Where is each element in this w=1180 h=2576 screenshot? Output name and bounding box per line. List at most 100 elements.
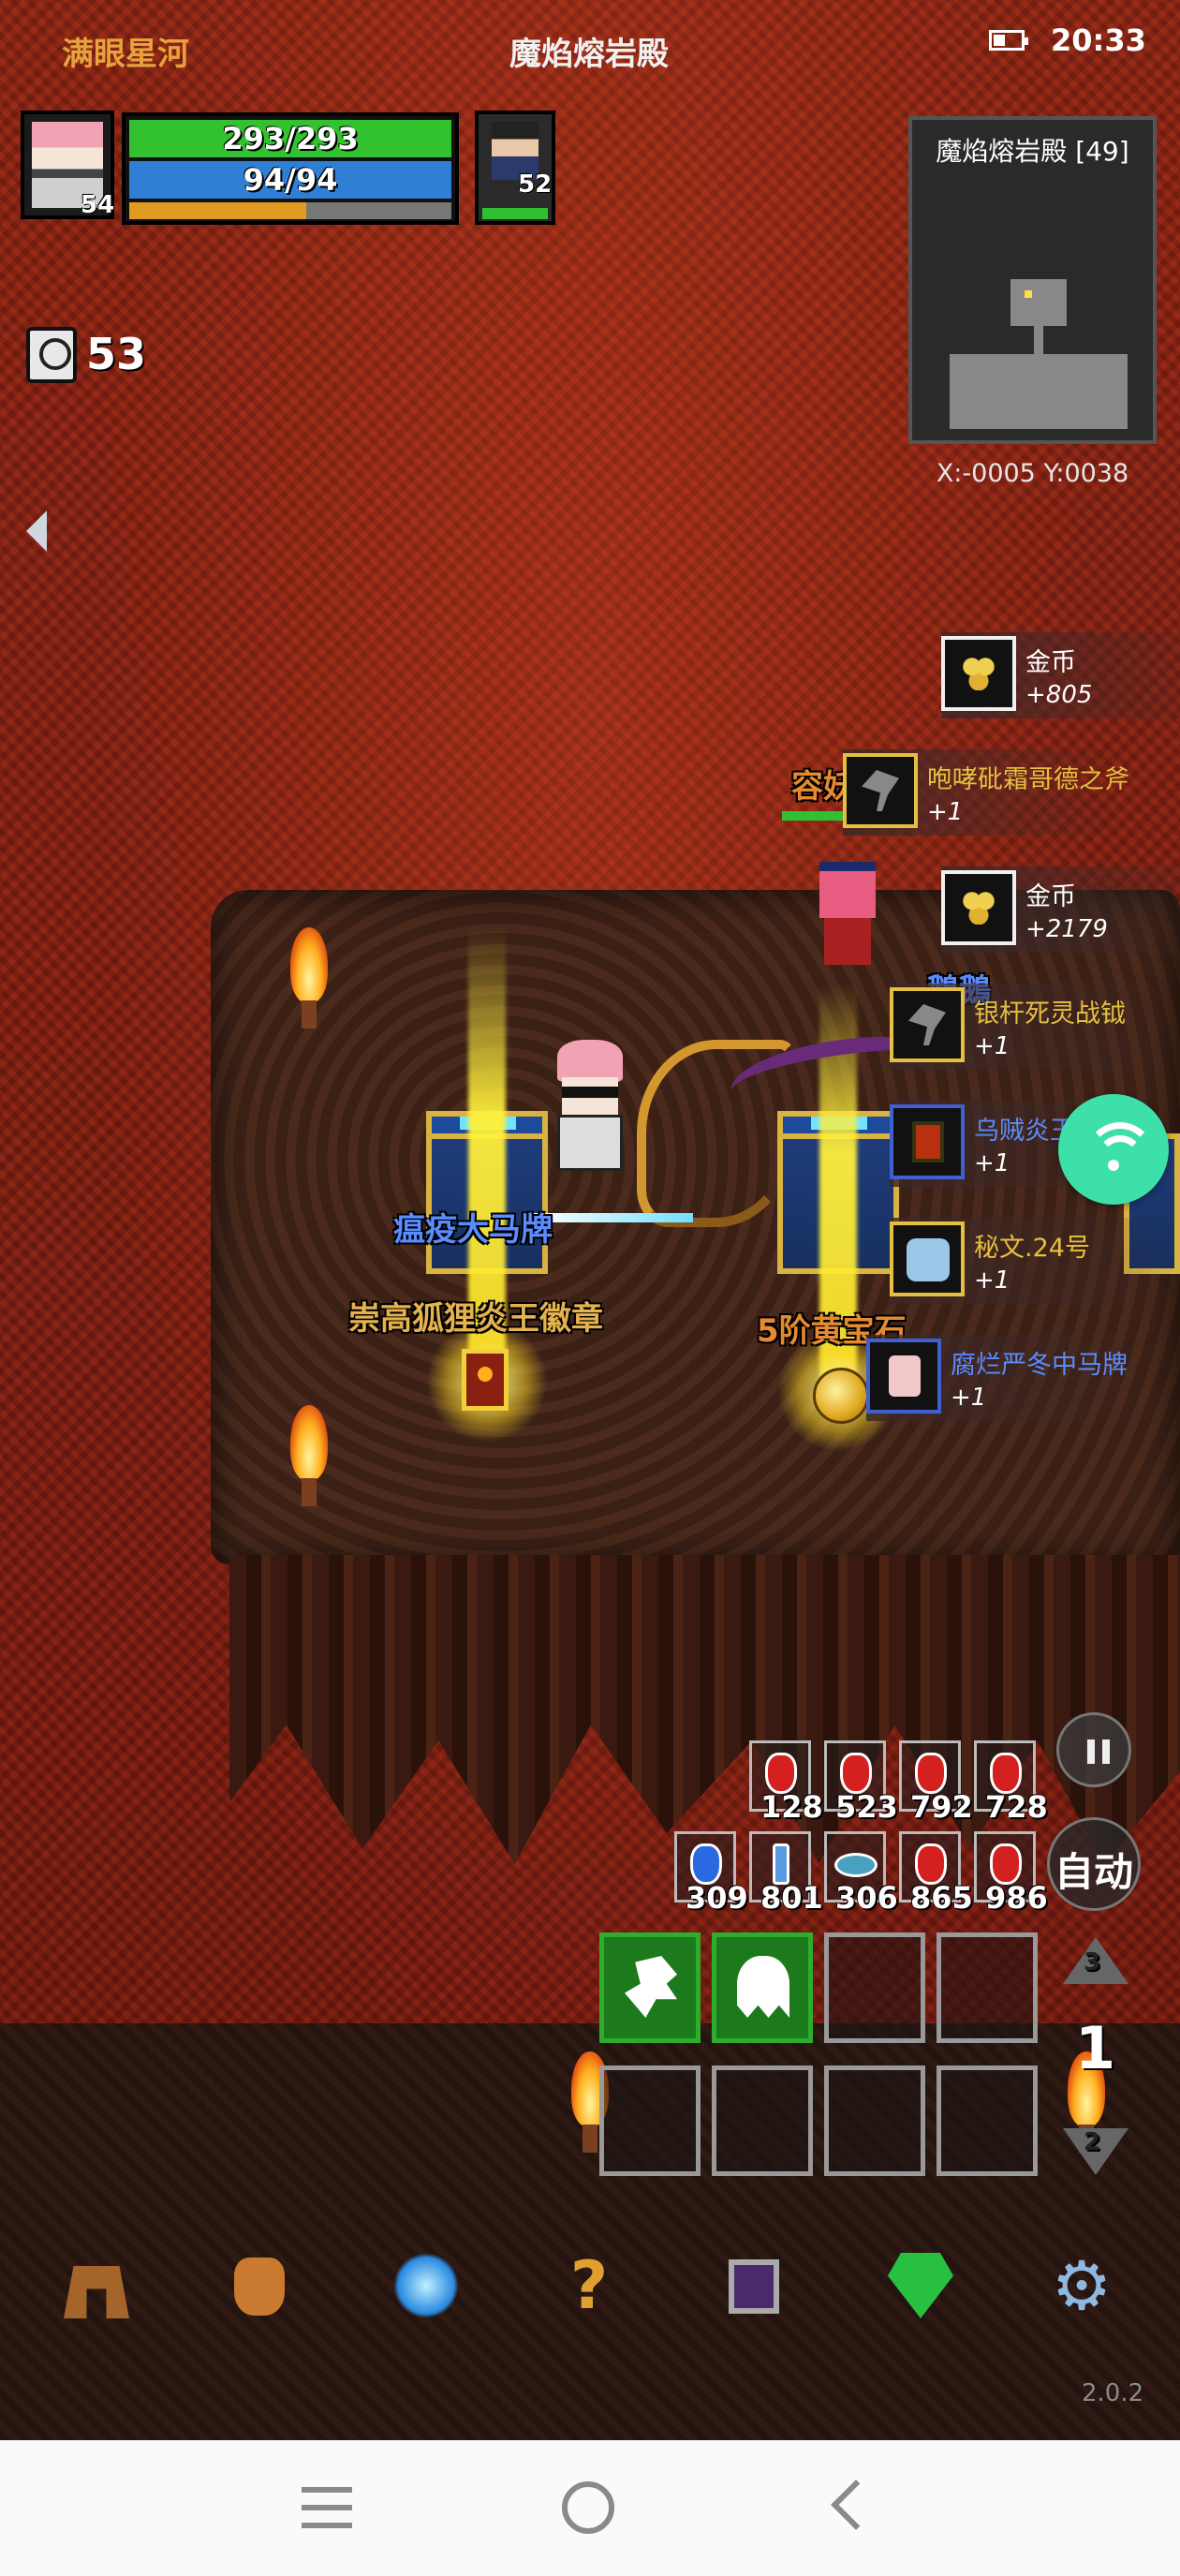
ground-item-label[interactable]: 崇高狐狸炎王徽章 <box>348 1293 603 1339</box>
collapse-arrow-icon[interactable] <box>26 511 47 552</box>
loot-item-count: +1 <box>974 1149 1010 1177</box>
loot-item-name: 腐烂严冬中马牌 <box>951 1351 1128 1380</box>
empty-skill-slot[interactable] <box>937 1932 1038 2043</box>
player-weapon <box>534 1213 693 1222</box>
skill-orb-icon[interactable] <box>393 2253 459 2318</box>
minimap-corridor <box>1034 326 1043 354</box>
mp-text: 94/94 <box>243 162 338 198</box>
red-potion-icon <box>840 1753 872 1794</box>
consumable-count: 128 <box>760 1789 823 1825</box>
red-potion-icon <box>990 1843 1022 1885</box>
help-icon[interactable]: ? <box>556 2253 622 2318</box>
skill-slot[interactable] <box>599 1932 701 2043</box>
loot-notification: 金币 +2179 <box>941 866 1180 953</box>
loot-item-name: 银杆死灵战钺 <box>974 999 1126 1029</box>
consumable-count: 792 <box>910 1789 973 1825</box>
red-potion-icon <box>915 1753 947 1794</box>
red-potion-icon <box>765 1753 797 1794</box>
loot-item-name: 秘文.24号 <box>974 1234 1090 1263</box>
axe-icon <box>843 753 918 828</box>
player-avatar[interactable]: 54 <box>21 111 114 219</box>
enemy-monster[interactable] <box>815 862 880 965</box>
bag-icon[interactable] <box>234 2258 285 2316</box>
pause-button[interactable] <box>1056 1712 1131 1787</box>
exp-bar <box>129 202 451 219</box>
player-level: 54 <box>81 191 115 219</box>
loot-item-name: 咆哮砒霜哥德之斧 <box>927 765 1129 794</box>
pet-avatar[interactable]: 52 <box>475 111 555 225</box>
version-label: 2.0.2 <box>1082 2379 1144 2407</box>
pet-level: 52 <box>518 170 553 199</box>
red-potion-icon <box>915 1843 947 1885</box>
home-icon[interactable] <box>562 2481 614 2534</box>
back-icon[interactable] <box>831 2480 881 2530</box>
enemy-hp-bar <box>782 811 848 821</box>
system-navbar <box>0 2440 1180 2576</box>
badge-icon <box>866 1339 941 1414</box>
spellbook-icon[interactable] <box>729 2259 779 2314</box>
empty-skill-slot[interactable] <box>824 2065 925 2176</box>
torch-flame-icon <box>281 927 337 1030</box>
page-up-number: 3 <box>1084 1948 1101 1976</box>
horse-skill-icon <box>625 1956 677 2018</box>
gold-coins-icon <box>941 870 1016 945</box>
wifi-icon[interactable] <box>1058 1094 1169 1205</box>
loot-item-count: +1 <box>951 1384 987 1412</box>
empty-skill-slot[interactable] <box>824 1932 925 2043</box>
consumable-count: 865 <box>910 1880 973 1916</box>
halberd-icon <box>890 987 965 1062</box>
page-down-number: 2 <box>1084 2128 1101 2156</box>
clock-icon <box>26 327 77 383</box>
fish-icon <box>834 1853 878 1877</box>
loot-notification: 腐烂严冬中马牌 +1 <box>866 1335 1147 1421</box>
blue-potion-icon <box>690 1843 722 1885</box>
auto-button[interactable]: 自动 <box>1047 1817 1141 1911</box>
timer-value: 53 <box>86 329 147 379</box>
loot-item-count: +1 <box>927 798 964 826</box>
current-page-number: 1 <box>1075 2014 1116 2082</box>
loot-item-name: 金币 <box>1025 882 1076 911</box>
loot-item-name: 金币 <box>1025 648 1076 677</box>
vial-icon <box>773 1843 789 1885</box>
recent-apps-icon[interactable] <box>302 2487 352 2528</box>
coordinates: X:-0005 Y:0038 <box>936 459 1129 488</box>
empty-skill-slot[interactable] <box>712 2065 813 2176</box>
loot-notification: 咆哮砒霜哥德之斧 +1 <box>843 749 1129 836</box>
dropped-badge-item[interactable] <box>462 1349 509 1411</box>
consumable-count: 309 <box>686 1880 748 1916</box>
mp-bar: 94/94 <box>129 161 451 199</box>
player-name: 满眼星河 <box>62 36 189 73</box>
minimap-title: 魔焰熔岩殿 [49] <box>936 136 1129 167</box>
location-title: 魔焰熔岩殿 <box>509 36 669 73</box>
loot-item-count: +1 <box>974 1266 1010 1295</box>
minimap-room <box>950 354 1128 429</box>
hp-text: 293/293 <box>222 121 359 156</box>
ground-item-label[interactable]: 瘟疫大马牌 <box>393 1204 553 1250</box>
loot-item-count: +2179 <box>1025 915 1108 943</box>
ghost-skill-icon <box>737 1956 789 2018</box>
battery-icon <box>989 30 1028 51</box>
minimap[interactable]: 魔焰熔岩殿 [49] <box>908 116 1157 444</box>
empty-skill-slot[interactable] <box>599 2065 701 2176</box>
player-character <box>548 1040 670 1180</box>
hp-bar: 293/293 <box>129 120 451 157</box>
consumable-count: 523 <box>835 1789 898 1825</box>
player-stat-bars: 293/293 94/94 <box>122 112 459 225</box>
pause-icon <box>1087 1740 1095 1764</box>
loot-item-count: +805 <box>1025 681 1093 709</box>
red-potion-icon <box>990 1753 1022 1794</box>
torch-flame-icon <box>281 1405 337 1508</box>
pet-hp-bar <box>482 208 548 219</box>
loot-notification: 银杆死灵战钺 +1 <box>890 984 1171 1070</box>
minimap-player-marker <box>1025 290 1032 298</box>
gold-coins-icon <box>941 636 1016 711</box>
auto-label: 自动 <box>1054 1849 1133 1895</box>
skill-slot[interactable] <box>712 1932 813 2043</box>
clock-time: 20:33 <box>1051 22 1146 58</box>
gear-icon[interactable]: ⚙ <box>1049 2252 1114 2319</box>
dropped-gem-item[interactable] <box>813 1368 869 1424</box>
consumable-count: 986 <box>985 1880 1048 1916</box>
consumable-count: 801 <box>760 1880 823 1916</box>
empty-skill-slot[interactable] <box>937 2065 1038 2176</box>
loot-notification: 秘文.24号 +1 <box>890 1218 1171 1304</box>
